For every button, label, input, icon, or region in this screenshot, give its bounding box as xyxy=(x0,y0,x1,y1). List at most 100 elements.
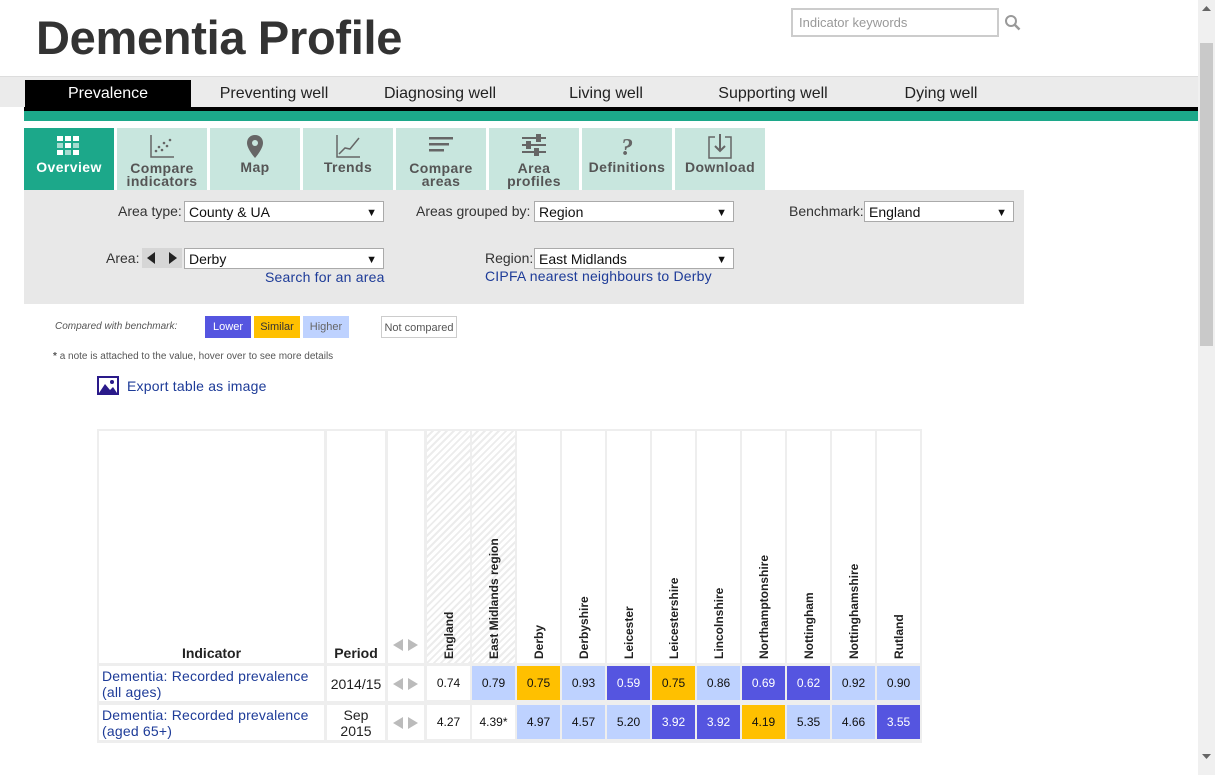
table-cell-value[interactable]: 0.75 xyxy=(652,666,695,700)
region-select[interactable]: East Midlands ▼ xyxy=(534,248,734,269)
indicator-link[interactable]: (aged 65+) xyxy=(102,723,172,739)
table-cell-value[interactable]: 3.55 xyxy=(877,705,920,739)
table-cell-value[interactable]: 3.92 xyxy=(697,705,740,739)
nav-tab-dying-well[interactable]: Dying well xyxy=(857,80,1025,108)
column-header-england[interactable]: England xyxy=(427,431,470,663)
column-header-east-midlands-region[interactable]: East Midlands region xyxy=(472,431,515,663)
indicator-link[interactable]: Dementia: Recorded prevalence xyxy=(102,707,309,723)
column-scroll-arrows-icon[interactable] xyxy=(391,637,421,653)
scrollbar-thumb[interactable] xyxy=(1200,43,1213,346)
table-cell-value[interactable]: 5.20 xyxy=(607,705,650,739)
table-cell-value[interactable]: 4.57 xyxy=(562,705,605,739)
table-row-indicator[interactable]: Dementia: Recorded prevalence (aged 65+) xyxy=(99,705,324,740)
table-row-period: 2014/15 xyxy=(327,666,385,701)
area-type-value: County & UA xyxy=(189,204,270,220)
table-cell-value[interactable]: 0.90 xyxy=(877,666,920,700)
benchmark-label: Benchmark: xyxy=(789,203,864,219)
tab-overview[interactable]: Overview xyxy=(24,128,114,190)
period-value: 2014/15 xyxy=(330,676,382,692)
indicator-search-input[interactable] xyxy=(791,8,999,37)
table-cell-value[interactable]: 4.97 xyxy=(517,705,560,739)
tab-compare-indicators-label: Compare indicators xyxy=(126,160,198,189)
nav-accent-bar xyxy=(24,111,1198,121)
region-value: East Midlands xyxy=(539,251,627,267)
chevron-down-icon: ▼ xyxy=(716,254,727,266)
legend-higher: Higher xyxy=(303,316,349,338)
period-header-cell: Period xyxy=(327,431,385,663)
table-cell-value[interactable]: 4.66 xyxy=(832,705,875,739)
indicator-link[interactable]: (all ages) xyxy=(102,684,162,700)
table-cell-value[interactable]: 3.92 xyxy=(652,705,695,739)
nav-tab-prevalence[interactable]: Prevalence xyxy=(25,80,191,108)
benchmark-select[interactable]: England ▼ xyxy=(864,201,1014,222)
column-header-nottingham[interactable]: Nottingham xyxy=(787,431,830,663)
column-scroll-header xyxy=(388,431,424,663)
scroll-down-icon[interactable] xyxy=(1200,749,1213,763)
tab-trends[interactable]: Trends xyxy=(303,128,393,190)
table-cell-value[interactable]: 0.86 xyxy=(697,666,740,700)
column-header-rutland[interactable]: Rutland xyxy=(877,431,920,663)
table-cell-value[interactable]: 0.92 xyxy=(832,666,875,700)
grouped-by-label: Areas grouped by: xyxy=(416,203,531,219)
column-header-nottinghamshire[interactable]: Nottinghamshire xyxy=(832,431,875,663)
row-scroll-arrows-icon[interactable] xyxy=(391,676,421,692)
tab-download[interactable]: Download xyxy=(675,128,765,190)
table-cell-value[interactable]: 0.62 xyxy=(787,666,830,700)
image-icon[interactable] xyxy=(97,376,119,395)
column-header-lincolnshire[interactable]: Lincolnshire xyxy=(697,431,740,663)
column-header-leicestershire[interactable]: Leicestershire xyxy=(652,431,695,663)
tab-area-profiles[interactable]: Area profiles xyxy=(489,128,579,190)
table-cell-value[interactable]: 0.75 xyxy=(517,666,560,700)
table-cell-value[interactable]: 4.27 xyxy=(427,705,470,739)
table-cell-value[interactable]: 0.93 xyxy=(562,666,605,700)
arrow-left-icon xyxy=(147,252,155,264)
tab-definitions[interactable]: ? Definitions xyxy=(582,128,672,190)
export-table-link[interactable]: Export table as image xyxy=(127,378,267,394)
column-header-derby[interactable]: Derby xyxy=(517,431,560,663)
tab-trends-label: Trends xyxy=(323,159,373,175)
search-icon[interactable] xyxy=(1004,14,1021,31)
search-area-link[interactable]: Search for an area xyxy=(265,269,385,285)
nav-tab-diagnosing-well[interactable]: Diagnosing well xyxy=(357,80,523,108)
previous-area-button[interactable] xyxy=(142,248,162,268)
table-cell-value[interactable]: 0.79 xyxy=(472,666,515,700)
column-header-label: Leicester xyxy=(622,606,636,659)
app-title: Dementia Profile xyxy=(36,11,403,64)
row-trend-arrows[interactable] xyxy=(388,705,424,740)
area-type-select[interactable]: County & UA ▼ xyxy=(184,201,384,222)
table-row-indicator[interactable]: Dementia: Recorded prevalence (all ages) xyxy=(99,666,324,701)
scatter-plot-icon xyxy=(150,135,174,158)
chevron-down-icon: ▼ xyxy=(366,254,377,266)
nav-tab-supporting-well[interactable]: Supporting well xyxy=(689,80,857,108)
question-mark-icon: ? xyxy=(621,135,633,159)
table-cell-value[interactable]: 4.39* xyxy=(472,705,515,739)
area-select[interactable]: Derby ▼ xyxy=(184,248,384,269)
row-trend-arrows[interactable] xyxy=(388,666,424,701)
table-cell-value[interactable]: 0.74 xyxy=(427,666,470,700)
legend-lower: Lower xyxy=(205,316,251,338)
table-cell-value[interactable]: 0.69 xyxy=(742,666,785,700)
nav-tab-living-well[interactable]: Living well xyxy=(523,80,689,108)
download-icon xyxy=(708,134,732,159)
tab-compare-areas[interactable]: Compare areas xyxy=(396,128,486,190)
row-scroll-arrows-icon[interactable] xyxy=(391,715,421,731)
column-header-derbyshire[interactable]: Derbyshire xyxy=(562,431,605,663)
tab-area-profiles-label: Area profiles xyxy=(507,160,561,189)
tab-compare-indicators[interactable]: Compare indicators xyxy=(117,128,207,190)
table-cell-value[interactable]: 5.35 xyxy=(787,705,830,739)
table-cell-value[interactable]: 0.59 xyxy=(607,666,650,700)
table-cell-value[interactable]: 4.19 xyxy=(742,705,785,739)
nav-tab-preventing-well[interactable]: Preventing well xyxy=(191,80,357,108)
next-area-button[interactable] xyxy=(162,248,182,268)
column-header-leicester[interactable]: Leicester xyxy=(607,431,650,663)
cipfa-neighbours-link[interactable]: CIPFA nearest neighbours to Derby xyxy=(485,268,712,284)
bar-lines-icon xyxy=(429,137,453,152)
column-header-label: Derbyshire xyxy=(577,596,591,659)
grouped-by-select[interactable]: Region ▼ xyxy=(534,201,734,222)
line-chart-icon xyxy=(336,135,360,158)
tab-map[interactable]: Map xyxy=(210,128,300,190)
scroll-up-icon[interactable] xyxy=(1200,2,1213,16)
benchmark-value: England xyxy=(869,204,921,220)
column-header-northamptonshire[interactable]: Northamptonshire xyxy=(742,431,785,663)
indicator-link[interactable]: Dementia: Recorded prevalence xyxy=(102,668,309,684)
